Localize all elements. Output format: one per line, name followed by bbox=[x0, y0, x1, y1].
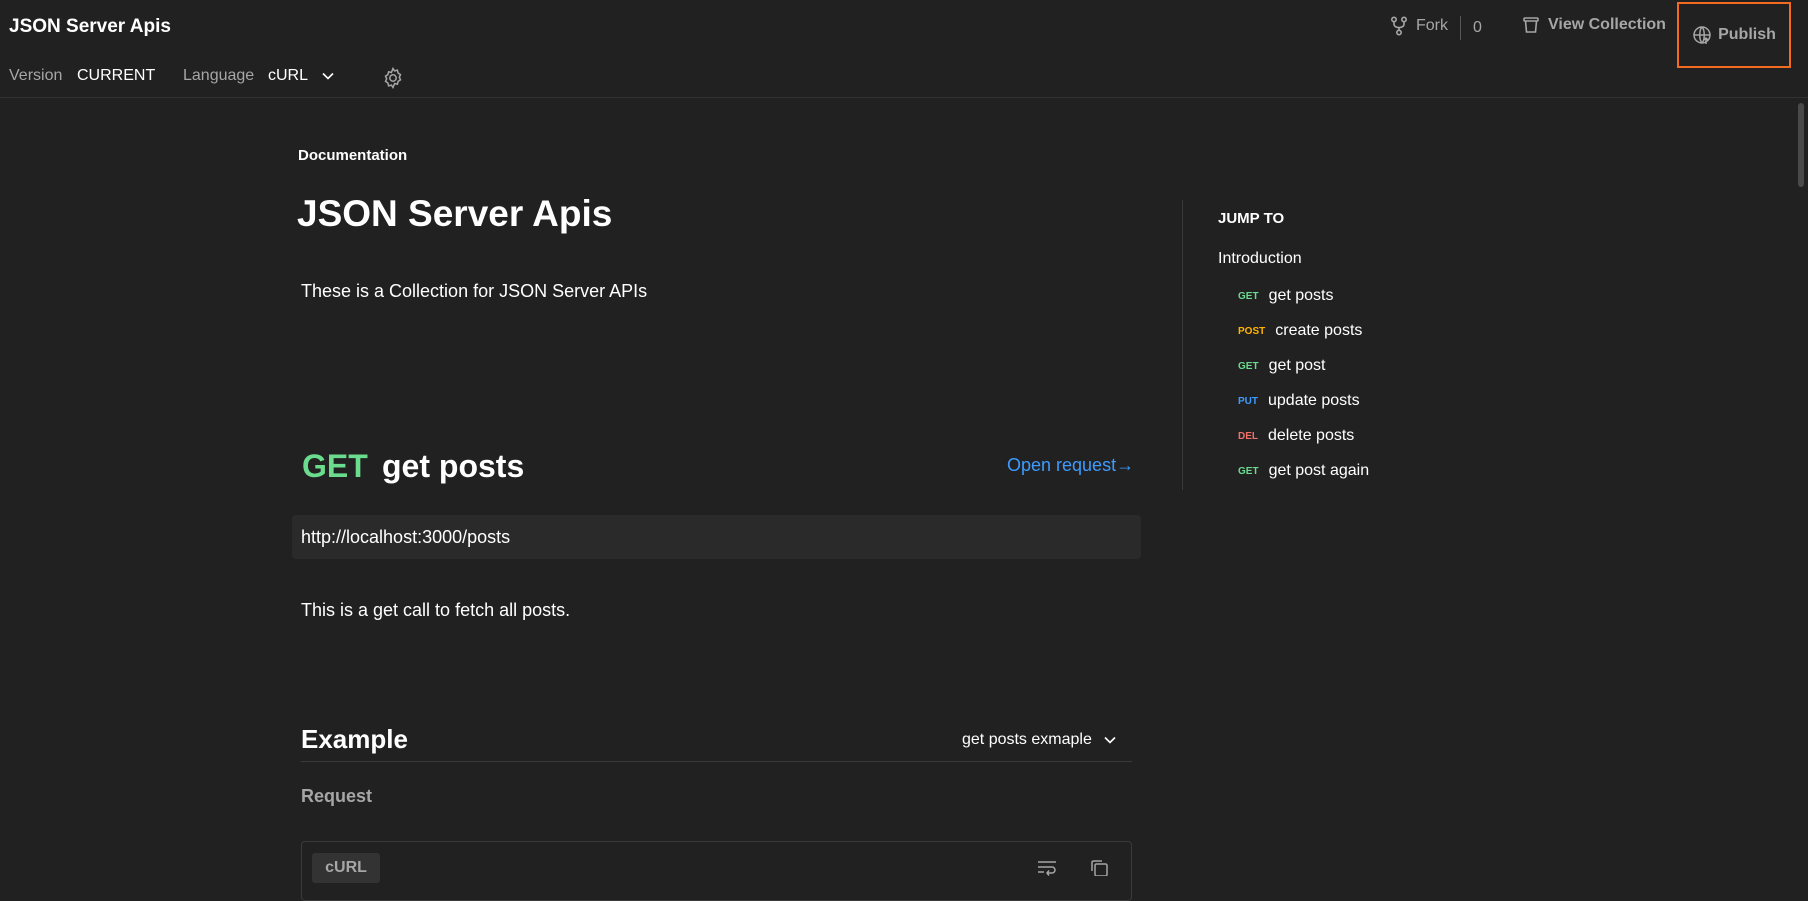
jump-to-item[interactable]: PUT update posts bbox=[1238, 392, 1360, 410]
open-request-link[interactable]: Open request→ bbox=[1007, 455, 1134, 476]
jump-to-item[interactable]: POST create posts bbox=[1238, 322, 1362, 340]
request-method: GET bbox=[302, 448, 368, 484]
jump-to-item[interactable]: GET get post again bbox=[1238, 462, 1369, 480]
example-divider bbox=[301, 761, 1132, 762]
method-badge: POST bbox=[1238, 325, 1266, 337]
collection-description: These is a Collection for JSON Server AP… bbox=[301, 281, 648, 301]
code-language-tab[interactable]: cURL bbox=[312, 853, 380, 883]
chevron-down-icon bbox=[322, 72, 334, 80]
version-select[interactable]: CURRENT bbox=[77, 67, 155, 85]
fork-icon bbox=[1390, 16, 1408, 36]
jump-to-item-label: get posts bbox=[1268, 287, 1334, 304]
method-badge: GET bbox=[1238, 290, 1259, 302]
publish-label: Publish bbox=[1718, 26, 1776, 43]
method-badge: GET bbox=[1238, 360, 1259, 372]
documentation-label: Documentation bbox=[298, 147, 408, 164]
request-description: This is a get call to fetch all posts. bbox=[301, 600, 571, 620]
version-label: Version bbox=[9, 67, 63, 84]
jump-to-item-label: get post bbox=[1268, 357, 1326, 374]
scrollbar-thumb[interactable] bbox=[1798, 103, 1804, 187]
example-title: Example bbox=[301, 724, 408, 754]
jump-to-item[interactable]: DEL delete posts bbox=[1238, 427, 1354, 445]
publish-button[interactable]: Publish bbox=[1677, 2, 1791, 68]
code-block bbox=[301, 841, 1132, 901]
fork-label: Fork bbox=[1416, 17, 1448, 34]
chevron-down-icon bbox=[1104, 736, 1116, 744]
language-label: Language bbox=[183, 67, 255, 84]
request-title: get posts bbox=[382, 448, 525, 484]
language-select[interactable]: cURL bbox=[268, 67, 334, 85]
request-url: http://localhost:3000/posts bbox=[292, 515, 1141, 559]
copy-icon[interactable] bbox=[1089, 860, 1109, 876]
jump-to-introduction[interactable]: Introduction bbox=[1218, 250, 1302, 268]
gear-icon[interactable] bbox=[382, 67, 404, 89]
request-label: Request bbox=[301, 786, 373, 806]
language-value: cURL bbox=[268, 67, 309, 84]
view-collection-label: View Collection bbox=[1548, 16, 1666, 33]
method-badge: PUT bbox=[1238, 395, 1258, 407]
jump-to-item-label: create posts bbox=[1275, 322, 1363, 339]
method-badge: GET bbox=[1238, 465, 1259, 477]
header-divider bbox=[0, 97, 1808, 98]
jump-to-item-label: get post again bbox=[1268, 462, 1370, 479]
fork-count: 0 bbox=[1460, 16, 1482, 40]
example-selected: get posts exmaple bbox=[962, 731, 1092, 748]
fork-button[interactable]: Fork bbox=[1390, 16, 1448, 36]
jump-to-title: JUMP TO bbox=[1218, 210, 1285, 227]
wrap-lines-icon[interactable] bbox=[1037, 860, 1057, 876]
method-badge: DEL bbox=[1238, 430, 1258, 442]
jump-to-item-label: update posts bbox=[1268, 392, 1360, 409]
example-dropdown[interactable]: get posts exmaple bbox=[962, 731, 1116, 749]
trash-bin-icon bbox=[1522, 16, 1540, 34]
jump-to-divider bbox=[1182, 200, 1183, 490]
view-collection-button[interactable]: View Collection bbox=[1522, 16, 1666, 34]
app-title: JSON Server Apis bbox=[9, 16, 171, 37]
jump-to-item-label: delete posts bbox=[1268, 427, 1355, 444]
page-title: JSON Server Apis bbox=[297, 193, 613, 234]
globe-upload-icon bbox=[1692, 25, 1712, 45]
jump-to-item[interactable]: GET get post bbox=[1238, 357, 1326, 375]
jump-to-item[interactable]: GET get posts bbox=[1238, 287, 1334, 305]
